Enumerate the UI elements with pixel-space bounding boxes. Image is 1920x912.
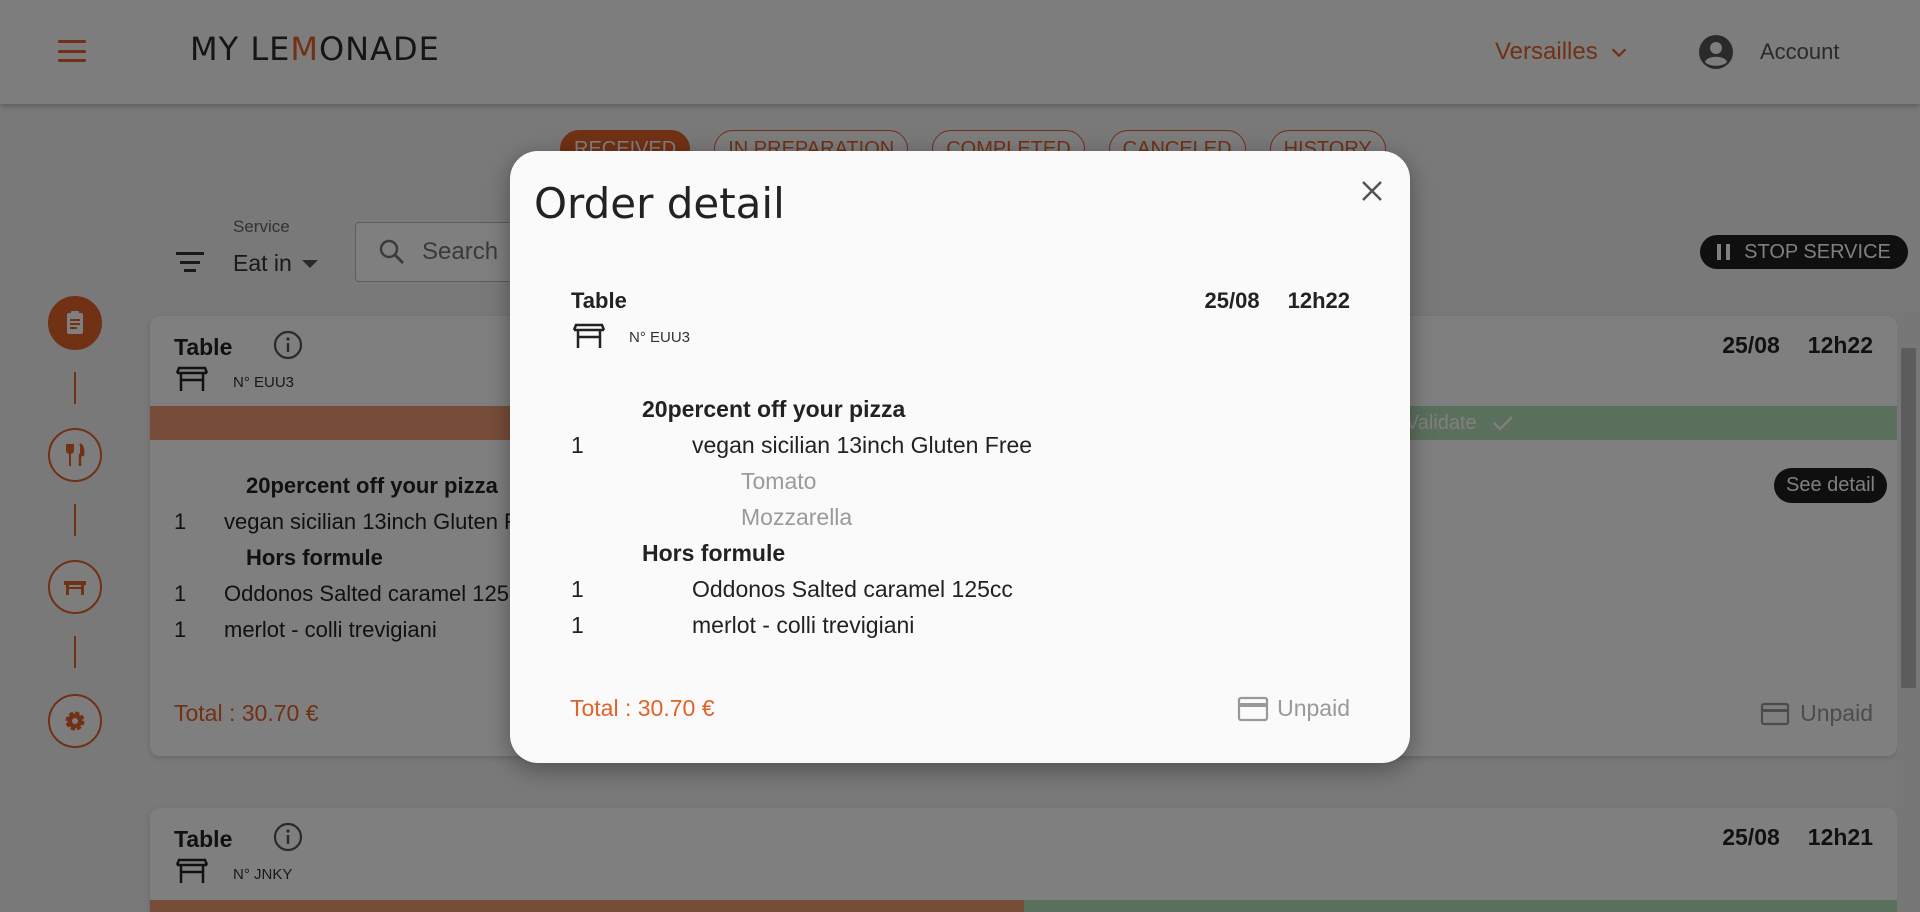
payment-status: Unpaid [1237, 695, 1350, 722]
item-name: merlot - colli trevigiani [692, 611, 915, 638]
credit-card-icon [1238, 696, 1269, 721]
payment-status-label: Unpaid [1277, 695, 1350, 721]
item-qty: 1 [571, 431, 584, 458]
item-row: 1 vegan sicilian 13inch Gluten Free [571, 427, 1032, 463]
order-total: Total : 30.70 € [570, 695, 715, 721]
item-category: Hors formule [642, 539, 786, 566]
order-date: 25/08 [1204, 288, 1260, 313]
order-datetime: 25/08 12h22 [1205, 288, 1350, 314]
order-detail-dialog: Order detail Table 25/08 12h22 N° EUU3 20… [510, 151, 1410, 763]
item-name: vegan sicilian 13inch Gluten Free [692, 431, 1033, 458]
item-option: Tomato [741, 467, 817, 494]
item-qty: 1 [571, 575, 584, 602]
item-row: 1 merlot - colli trevigiani [571, 607, 1032, 643]
item-name: Oddonos Salted caramel 125cc [692, 575, 1013, 602]
order-items: 20percent off your pizza 1 vegan sicilian… [571, 391, 1032, 643]
close-icon[interactable] [1356, 175, 1388, 207]
table-icon [572, 323, 606, 348]
dialog-title: Order detail [534, 179, 785, 228]
order-time: 12h22 [1287, 288, 1350, 313]
table-number: N° EUU3 [629, 329, 691, 346]
order-title: Table [571, 288, 627, 313]
item-qty: 1 [571, 611, 584, 638]
item-row: 1 Oddonos Salted caramel 125cc [571, 571, 1032, 607]
item-option: Mozzarella [741, 503, 853, 530]
item-category: 20percent off your pizza [642, 395, 906, 422]
